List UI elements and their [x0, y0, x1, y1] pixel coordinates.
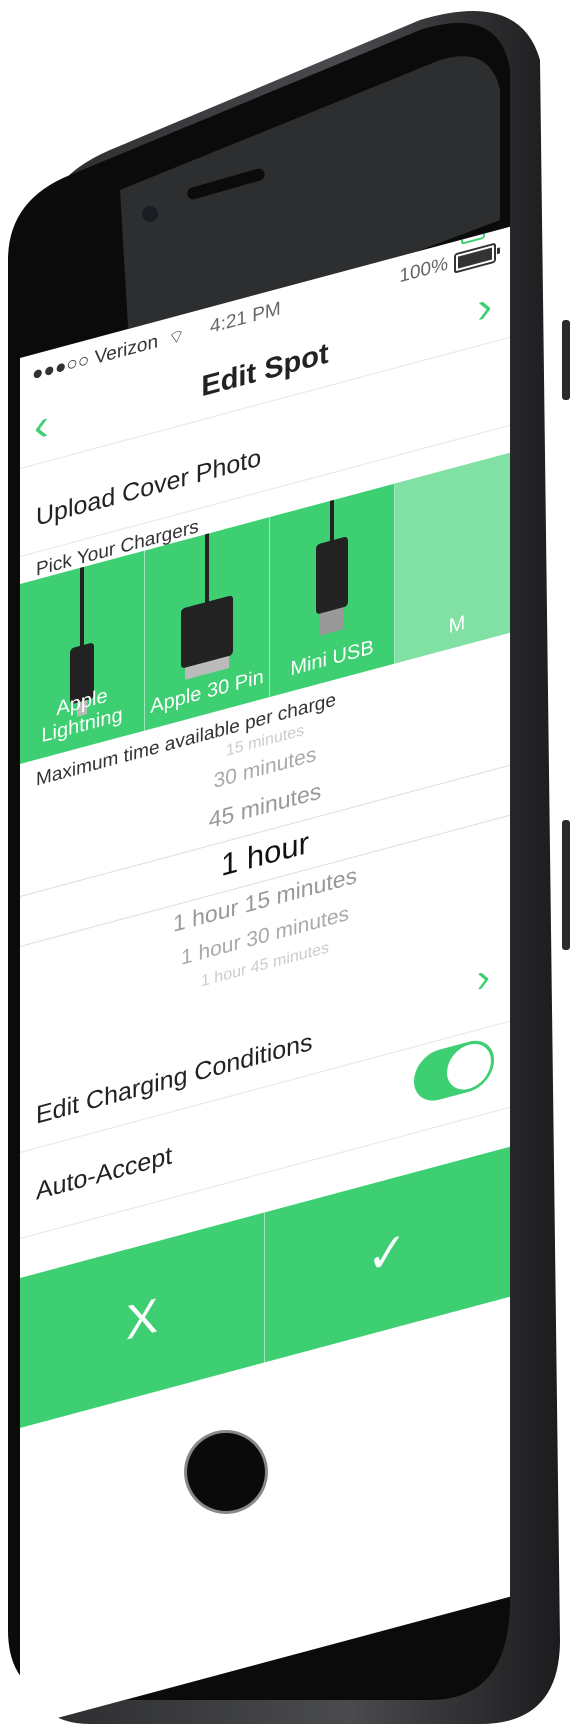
- cancel-button[interactable]: X: [20, 1212, 265, 1428]
- wifi-icon: ⌔: [168, 324, 185, 350]
- charger-name: Mini USB: [290, 636, 374, 681]
- charger-more[interactable]: M: [395, 450, 510, 664]
- confirm-button[interactable]: ✓: [265, 1147, 509, 1362]
- auto-accept-toggle[interactable]: [414, 1034, 494, 1107]
- charger-name: M: [448, 611, 466, 639]
- battery-icon: [454, 242, 496, 274]
- chevron-right-icon[interactable]: ›: [477, 281, 492, 334]
- battery-percent: 100%: [399, 253, 448, 288]
- charger-apple-30-pin[interactable]: Apple 30 Pin: [145, 517, 270, 731]
- upload-cover-photo-label: Upload Cover Photo: [36, 443, 262, 532]
- screen: ●●●○○ Verizon ⌔ 4:21 PM 100% ‹ Edit Spot…: [20, 226, 510, 1728]
- auto-accept-label: Auto-Accept: [36, 1141, 173, 1206]
- charger-mini-usb[interactable]: Mini USB: [270, 483, 395, 698]
- chevron-right-icon: ›: [476, 954, 490, 1002]
- home-button[interactable]: [184, 1430, 268, 1514]
- phone: ●●●○○ Verizon ⌔ 4:21 PM 100% ‹ Edit Spot…: [0, 0, 586, 1728]
- charger-apple-lightning[interactable]: Apple Lightning: [20, 550, 145, 764]
